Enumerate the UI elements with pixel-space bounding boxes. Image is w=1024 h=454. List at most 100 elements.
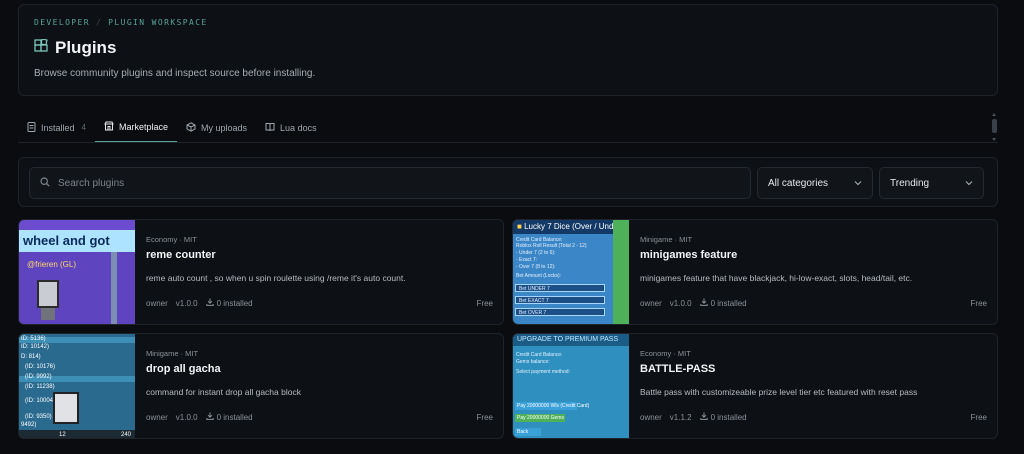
thumbnail-line: (ID: 11238) [25,384,55,390]
plugin-price: Free [970,412,987,422]
plugin-thumbnail: ■ Lucky 7 Dice (Over / Under) Credit Car… [513,220,629,324]
dice-icon: ■ [517,222,522,231]
plugin-meta: Economy · MIT [640,349,691,358]
plugin-name[interactable]: minigames feature [640,249,737,261]
plugin-version: v1.0.0 [175,412,198,422]
tab-lua-docs-label: Lua docs [280,122,317,133]
scrollbar-thumb[interactable] [992,119,997,133]
plugin-version: v1.0.0 [669,298,692,308]
thumbnail-button: Back [515,428,541,436]
thumbnail-button: Bet OVER 7 [519,310,547,316]
thumbnail-line: ID: 5136) [21,336,46,342]
tab-installed-count: 4 [81,123,86,132]
plugin-description: minigames feature that have blackjack, h… [640,273,913,283]
robot-avatar [53,392,79,424]
tab-my-uploads-label: My uploads [201,122,248,133]
plugin-price: Free [476,412,493,422]
puzzle-icon [34,37,48,58]
thumbnail-line: - Over 7 (8 to 12): [516,264,556,270]
tab-marketplace[interactable]: Marketplace [94,113,178,142]
thumbnail-line: (ID: 10176) [25,364,56,370]
plugin-description: Battle pass with customizeable prize lev… [640,387,918,397]
category-select-value: All categories [768,177,829,189]
thumbnail-line: Select payment method: [516,369,570,375]
plugin-author: owner [146,298,168,308]
plugin-author: owner [146,412,168,422]
plugin-thumbnail: wheel and got @frieren (GL) [19,220,135,324]
plugin-description: reme auto count , so when u spin roulett… [146,273,406,283]
thumbnail-banner-text: wheel and got [23,233,110,248]
tab-my-uploads[interactable]: My uploads [177,113,256,142]
thumbnail-button: Bet UNDER 7 [519,286,550,292]
sort-select[interactable]: Trending [879,167,984,199]
breadcrumb-developer[interactable]: DEVELOPER [34,18,90,27]
thumbnail-line: Roblox Roll Result (Total 2 - 12) [516,243,587,249]
thumbnail-count-right: 240 [121,432,132,438]
thumbnail-line: Gems balance: [516,359,550,365]
plugin-card-battle-pass[interactable]: UPGRADE TO PREMIUM PASS Credit Card Bala… [512,333,998,439]
plugin-thumbnail: ID: 5136) ID: 10142) D: 814) (ID: 10176)… [19,334,135,438]
tab-marketplace-label: Marketplace [118,122,169,132]
download-icon [205,412,214,422]
tab-scrollbar[interactable] [992,113,997,141]
tab-installed-label: Installed [41,122,75,133]
chevron-down-icon [854,178,862,189]
plugin-installs: 0 installed [216,298,253,308]
plugin-card-drop-all-gacha[interactable]: ID: 5136) ID: 10142) D: 814) (ID: 10176)… [18,333,504,439]
store-icon [104,121,114,133]
page-title: Plugins [55,38,117,57]
plugin-version: v1.0.0 [175,298,198,308]
tab-installed[interactable]: Installed 4 [18,113,95,142]
plugin-card-minigames-feature[interactable]: ■ Lucky 7 Dice (Over / Under) Credit Car… [512,219,998,325]
filter-bar: All categories Trending [18,157,998,207]
thumbnail-button: Pay 20000000 Wls (Credit Card) [515,402,590,410]
plugin-card-reme-counter[interactable]: wheel and got @frieren (GL) Economy · MI… [18,219,504,325]
tab-lua-docs[interactable]: Lua docs [256,113,326,142]
plugin-author: owner [640,412,662,422]
plugin-version: v1.1.2 [669,412,692,422]
plugin-price: Free [970,298,987,308]
thumbnail-header: Lucky 7 Dice (Over / Under) [524,222,624,231]
breadcrumb: DEVELOPER / PLUGIN WORKSPACE [34,18,208,27]
thumbnail-button: Pay 20000000 Gems [515,414,565,422]
plugin-description: command for instant drop all gacha block [146,387,301,397]
thumbnail-button: Bet EXACT 7 [519,298,549,304]
thumbnail-line: - Under 7 (2 to 6): [516,250,556,256]
tab-bar: Installed 4 Marketplace My uploads Lua d… [18,113,998,143]
plugin-name[interactable]: BATTLE-PASS [640,363,715,375]
search-box[interactable] [29,167,751,199]
category-select[interactable]: All categories [757,167,873,199]
download-icon [699,298,708,308]
search-input[interactable] [58,177,708,189]
plugin-installs: 0 installed [710,412,747,422]
plugin-meta: Minigame · MIT [146,349,199,358]
thumbnail-line: - Exact 7: [516,257,538,263]
chevron-down-icon [965,178,973,189]
scroll-up-icon[interactable] [992,113,996,116]
search-icon [40,174,50,192]
scroll-down-icon[interactable] [992,138,996,141]
plugin-meta: Minigame · MIT [640,235,693,244]
thumbnail-line: Bet Amount (Locks): [516,273,562,279]
book-icon [265,122,275,134]
thumbnail-header: UPGRADE TO PREMIUM PASS [513,334,629,346]
thumbnail-tag: @frieren (GL) [27,260,77,269]
sort-select-value: Trending [890,177,930,189]
plugin-name[interactable]: drop all gacha [146,363,221,375]
plugin-author: owner [640,298,662,308]
breadcrumb-plugin-workspace[interactable]: PLUGIN WORKSPACE [108,18,207,27]
plugin-price: Free [476,298,493,308]
robot-avatar [37,280,59,308]
thumbnail-line: 9492) [21,422,37,428]
page-subtitle: Browse community plugins and inspect sou… [34,68,316,79]
thumbnail-line: (ID: 10004) [25,398,56,404]
thumbnail-line: D: 814) [21,354,41,360]
thumbnail-line: (ID: 9350) [25,414,52,420]
plugin-installs: 0 installed [216,412,253,422]
plugin-installs: 0 installed [710,298,747,308]
thumbnail-line: Credit Card Balance: [516,352,563,358]
plugin-name[interactable]: reme counter [146,249,216,261]
plugin-thumbnail: UPGRADE TO PREMIUM PASS Credit Card Bala… [513,334,629,438]
breadcrumb-separator: / [95,18,103,27]
thumbnail-line: ID: 10142) [21,344,50,350]
